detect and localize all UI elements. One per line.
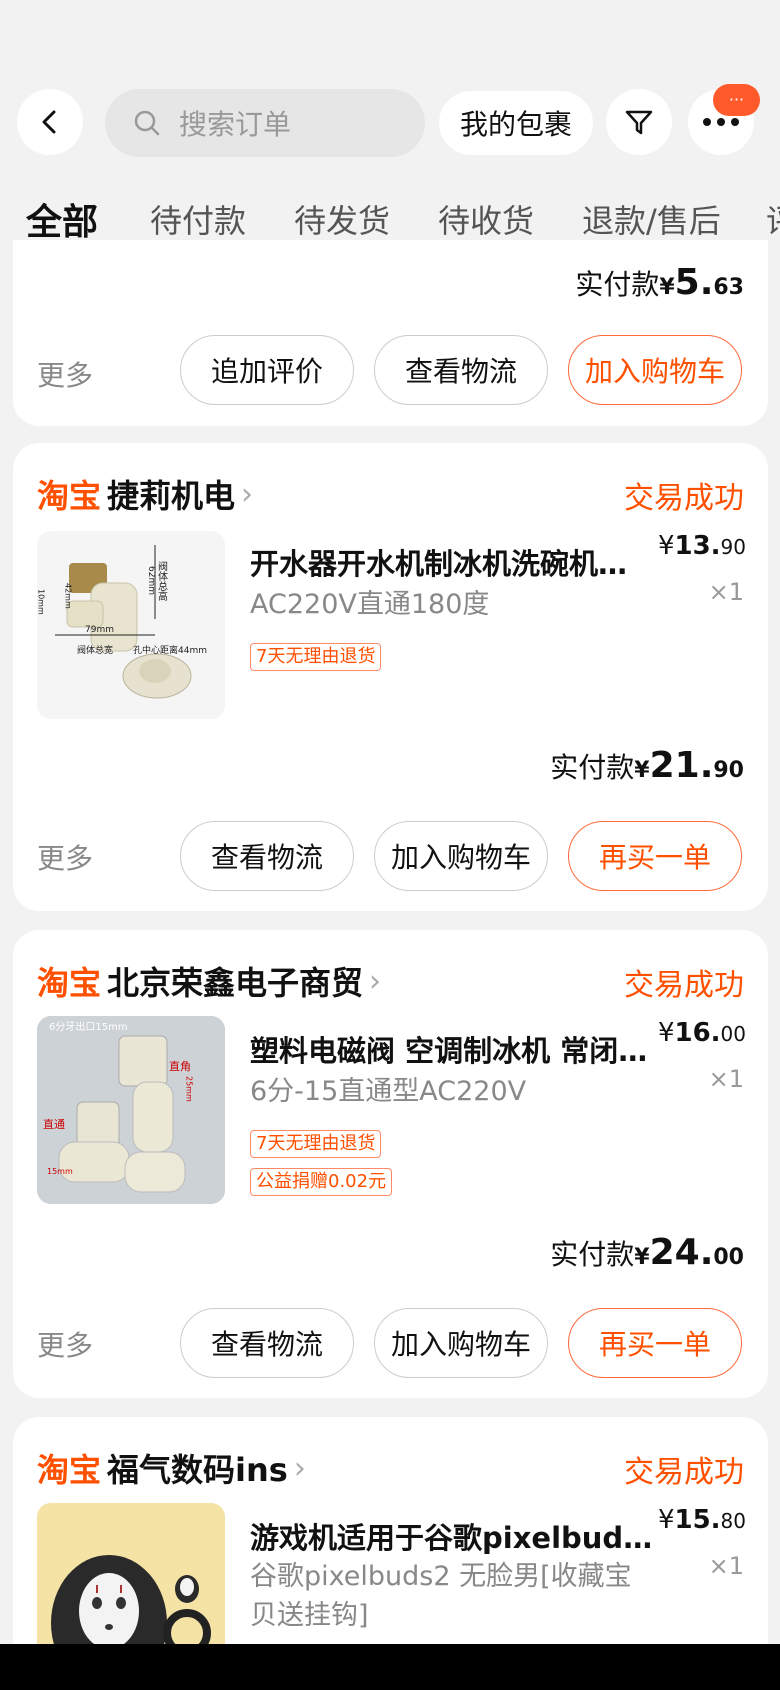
more-link[interactable]: 更多 <box>37 354 93 394</box>
unit-price: ¥13.90 <box>657 531 746 561</box>
product-spec: 6分-15直通型AC220V <box>250 1076 527 1107</box>
message-badge: ··· <box>713 84 760 116</box>
add-to-cart-button[interactable]: 加入购物车 <box>568 335 742 405</box>
unit-price: ¥16.00 <box>657 1018 746 1048</box>
taobao-label: 淘宝 <box>37 477 102 515</box>
search-icon <box>134 110 160 136</box>
product-image[interactable]: 6分牙出口15mm 直角 25mm 直通 15mm <box>37 1016 225 1204</box>
buy-again-button[interactable]: 再买一单 <box>568 821 742 891</box>
quantity: ×1 <box>708 1065 744 1093</box>
chevron-right-icon: › <box>241 476 254 512</box>
product-spec: AC220V直通180度 <box>250 589 490 620</box>
paid-amount: 实付款¥5.63 <box>575 262 744 303</box>
tab-pending-shipment[interactable]: 待发货 <box>294 196 390 242</box>
add-to-cart-button[interactable]: 加入购物车 <box>374 821 548 891</box>
svg-text:阀体总宽: 阀体总宽 <box>77 644 113 656</box>
svg-text:阀体总高: 阀体总高 <box>156 560 168 602</box>
shop-link[interactable]: 淘宝 捷莉机电 › <box>37 471 253 517</box>
search-placeholder: 搜索订单 <box>179 108 292 141</box>
return-policy-tag: 7天无理由退货 <box>250 643 382 671</box>
shop-name: 福气数码ins <box>107 1451 288 1489</box>
add-to-cart-button[interactable]: 加入购物车 <box>374 1308 548 1378</box>
my-packages-button[interactable]: 我的包裹 <box>439 91 593 155</box>
order-status: 交易成功 <box>624 968 744 1003</box>
chevron-right-icon: › <box>369 963 382 999</box>
search-input[interactable]: 搜索订单 <box>105 89 425 157</box>
shop-name: 捷莉机电 <box>107 477 236 515</box>
paid-amount: 实付款¥24.00 <box>550 1232 744 1273</box>
order-status: 交易成功 <box>624 481 744 516</box>
order-card: 淘宝 捷莉机电 › 交易成功 阀体总高 62mm 42mm 10mm 79mm … <box>13 443 768 911</box>
tab-pending-payment[interactable]: 待付款 <box>150 196 246 242</box>
valve-image-icon: 阀体总高 62mm 42mm 10mm 79mm 阀体总宽 孔中心距离44mm <box>37 531 225 719</box>
shop-link[interactable]: 淘宝 北京荣鑫电子商贸 › <box>37 958 381 1004</box>
svg-text:直通: 直通 <box>43 1117 65 1131</box>
svg-text:15mm: 15mm <box>47 1167 73 1176</box>
charity-donation-tag: 公益捐赠0.02元 <box>250 1168 393 1196</box>
taobao-label: 淘宝 <box>37 964 102 1002</box>
add-review-button[interactable]: 追加评价 <box>180 335 354 405</box>
top-bar: 搜索订单 我的包裹 ··· 全部 待付款 待发货 待收货 退款/售后 评 <box>0 0 780 256</box>
tab-pending-receipt[interactable]: 待收货 <box>438 196 534 242</box>
order-status: 交易成功 <box>624 1455 744 1490</box>
product-spec: 谷歌pixelbuds2 无脸男[收藏宝贝送挂钩] <box>250 1561 632 1631</box>
solenoid-valve-image-icon: 6分牙出口15mm 直角 25mm 直通 15mm <box>37 1016 225 1204</box>
svg-text:孔中心距离44mm: 孔中心距离44mm <box>133 644 207 656</box>
svg-text:6分牙出口15mm: 6分牙出口15mm <box>49 1020 128 1033</box>
tab-refund[interactable]: 退款/售后 <box>582 196 721 242</box>
filter-button[interactable] <box>606 89 672 155</box>
taobao-label: 淘宝 <box>37 1451 102 1489</box>
tab-all[interactable]: 全部 <box>26 196 98 245</box>
view-logistics-button[interactable]: 查看物流 <box>374 335 548 405</box>
more-dots-icon <box>703 118 739 126</box>
unit-price: ¥15.80 <box>657 1505 746 1535</box>
order-card: 实付款¥5.63 更多 追加评价 查看物流 加入购物车 <box>13 240 768 426</box>
return-policy-tag: 7天无理由退货 <box>250 1130 382 1158</box>
buy-again-button[interactable]: 再买一单 <box>568 1308 742 1378</box>
svg-text:79mm: 79mm <box>85 625 114 635</box>
svg-text:直角: 直角 <box>169 1059 191 1073</box>
product-image[interactable]: 阀体总高 62mm 42mm 10mm 79mm 阀体总宽 孔中心距离44mm <box>37 531 225 719</box>
product-title[interactable]: 塑料电磁阀 空调制冰机 常闭 进水阀 <box>250 1028 655 1070</box>
chevron-right-icon: › <box>293 1450 306 1486</box>
product-title[interactable]: 开水器开水机制冰机洗碗机进水阀 <box>250 541 655 583</box>
svg-text:62mm: 62mm <box>146 566 156 595</box>
view-logistics-button[interactable]: 查看物流 <box>180 821 354 891</box>
svg-text:25mm: 25mm <box>185 1076 194 1102</box>
quantity: ×1 <box>708 578 744 606</box>
tab-review[interactable]: 评 <box>766 196 780 242</box>
svg-text:42mm: 42mm <box>64 583 73 609</box>
quantity: ×1 <box>708 1552 744 1580</box>
system-nav-bar <box>0 1644 780 1690</box>
back-arrow-icon <box>42 110 56 134</box>
order-card: 淘宝 北京荣鑫电子商贸 › 交易成功 6分牙出口15mm 直角 25mm 直通 … <box>13 930 768 1398</box>
svg-text:10mm: 10mm <box>37 589 46 615</box>
more-link[interactable]: 更多 <box>37 1324 93 1364</box>
back-button[interactable] <box>17 89 83 155</box>
filter-icon <box>625 110 653 135</box>
shop-name: 北京荣鑫电子商贸 <box>107 964 364 1002</box>
more-link[interactable]: 更多 <box>37 837 93 877</box>
paid-amount: 实付款¥21.90 <box>550 745 744 786</box>
shop-link[interactable]: 淘宝 福气数码ins › <box>37 1445 306 1491</box>
view-logistics-button[interactable]: 查看物流 <box>180 1308 354 1378</box>
product-title[interactable]: 游戏机适用于谷歌pixelbuds2耳机保护套 <box>250 1515 655 1557</box>
